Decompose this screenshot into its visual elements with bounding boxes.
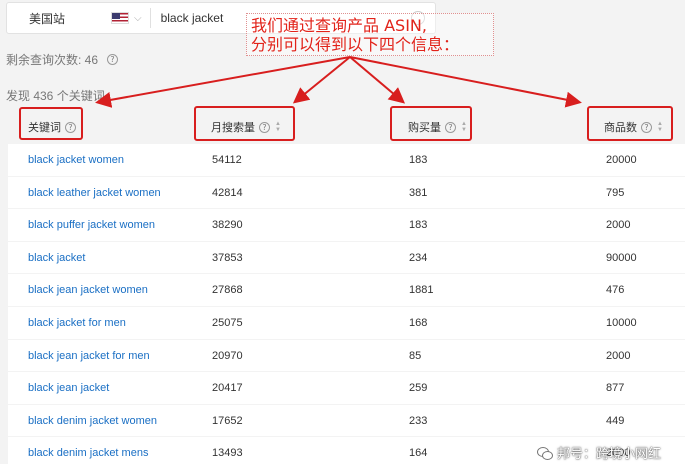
annotation-arrows [95, 56, 582, 108]
arrow-to-purchases [349, 56, 406, 104]
arrow-to-products [349, 56, 582, 108]
arrow-to-monthly-search [292, 56, 351, 104]
arrow-to-keyword [95, 56, 351, 108]
watermark-text: 邦号：跨境小网红 [557, 447, 662, 462]
wechat-icon [537, 446, 553, 460]
watermark: 邦号：跨境小网红 [537, 443, 661, 462]
